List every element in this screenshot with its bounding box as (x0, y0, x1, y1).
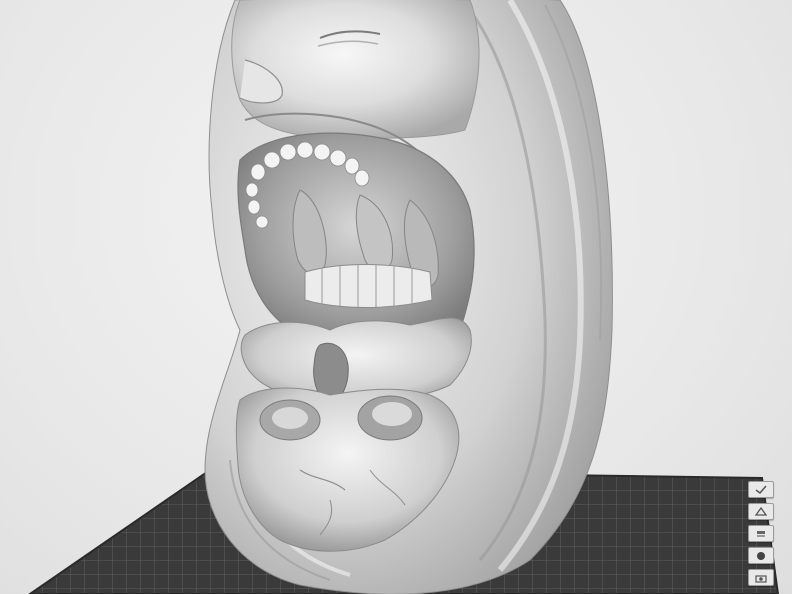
shading-icon[interactable] (748, 547, 774, 564)
camera-icon[interactable] (748, 569, 774, 586)
viewport-side-toolbar (748, 481, 774, 586)
layer-icon[interactable] (748, 525, 774, 542)
model-sculpture[interactable] (204, 0, 613, 594)
3d-viewport[interactable] (0, 0, 792, 594)
perspective-icon[interactable] (748, 503, 774, 520)
scene-canvas[interactable] (0, 0, 792, 594)
view-mode-icon[interactable] (748, 481, 774, 498)
